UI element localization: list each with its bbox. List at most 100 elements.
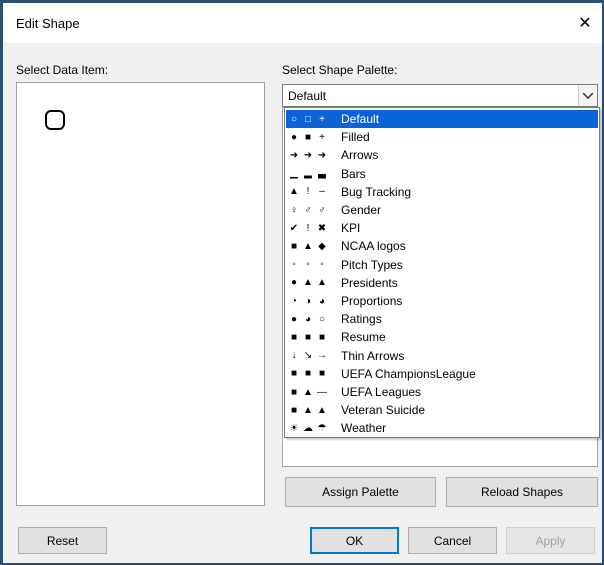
- palette-preview-icons: ↓ ↘ →: [286, 350, 341, 361]
- chevron-down-icon[interactable]: [578, 85, 597, 106]
- shape-icon: ➜: [289, 149, 299, 161]
- palette-option[interactable]: ○ □ + Default: [286, 110, 598, 128]
- shape-icon: ◦: [306, 259, 310, 271]
- palette-option-label: Filled: [341, 130, 370, 145]
- palette-option-label: Ratings: [341, 312, 382, 327]
- palette-option[interactable]: ■ ▲ ▲ Veteran Suicide: [286, 401, 598, 419]
- shape-icon: ●: [290, 131, 298, 143]
- shape-icon: ■: [290, 386, 298, 398]
- shape-icon: ◆: [318, 240, 326, 252]
- shape-icon: ↓: [291, 350, 297, 362]
- palette-preview-icons: ■ ▲ ▲: [286, 405, 341, 416]
- shape-icon: !: [306, 186, 310, 198]
- palette-preview-icons: ● ▲ ▲: [286, 277, 341, 288]
- shape-icon: +: [319, 113, 325, 125]
- shape-icon: ■: [304, 368, 312, 380]
- palette-preview-icons: ➜ ➜ ➜: [286, 150, 341, 161]
- shape-icon: ▲: [289, 186, 299, 198]
- shape-icon: ■: [290, 240, 298, 252]
- palette-option-label: Gender: [341, 203, 382, 217]
- palette-option[interactable]: ☀ ☁ ☂ Weather: [286, 419, 598, 437]
- palette-option[interactable]: ● ◕ ○ Ratings: [286, 310, 598, 328]
- palette-option[interactable]: ● ▲ ▲ Presidents: [286, 274, 598, 292]
- shape-icon: ▲: [303, 404, 313, 416]
- palette-preview-icons: ■ ▲ —: [286, 387, 341, 398]
- reload-shapes-button[interactable]: Reload Shapes: [446, 477, 598, 507]
- palette-preview-icons: ● ◕ ○: [286, 314, 341, 325]
- shape-icon: ■: [304, 131, 312, 143]
- palette-option[interactable]: ■ ■ ■ Resume: [286, 328, 598, 346]
- shape-icon: ■: [290, 368, 298, 380]
- shape-icon: ●: [290, 277, 298, 289]
- shape-icon: ■: [318, 368, 326, 380]
- shape-icon: ☁: [303, 422, 313, 434]
- palette-preview-icons: ▲! –: [286, 186, 341, 197]
- shape-icon: ♀: [290, 204, 298, 216]
- palette-preview-icons: ▁ ▂ ▃: [286, 168, 341, 179]
- palette-option[interactable]: ➜ ➜ ➜ Arrows: [286, 146, 598, 164]
- shape-icon: ●: [290, 313, 298, 325]
- shape-icon: ➜: [303, 149, 313, 161]
- palette-option[interactable]: ◦ ◦ ◦ Pitch Types: [286, 256, 598, 274]
- ok-button[interactable]: OK: [310, 527, 399, 554]
- palette-preview-icons: ● ■ +: [286, 132, 341, 143]
- shape-icon: ■: [290, 331, 298, 343]
- shape-icon: ▲: [303, 386, 313, 398]
- shape-icon: —: [317, 386, 327, 398]
- close-icon[interactable]: ✕: [574, 13, 596, 35]
- edit-shape-dialog: Edit Shape ✕ Select Data Item: Select Sh…: [3, 3, 602, 563]
- shape-icon: ■: [318, 331, 326, 343]
- palette-preview-icons: ◦ ◦ ◦: [286, 259, 341, 270]
- reset-button[interactable]: Reset: [18, 527, 107, 554]
- shape-icon: ▃: [318, 168, 326, 180]
- shape-icon: ▂: [304, 168, 312, 180]
- palette-option[interactable]: ● ■ + Filled: [286, 128, 598, 146]
- shape-icon: ◦: [320, 259, 324, 271]
- data-item-list[interactable]: [16, 82, 265, 506]
- palette-option[interactable]: ✔! ✖ KPI: [286, 219, 598, 237]
- palette-option-label: Pitch Types: [341, 257, 403, 272]
- apply-button: Apply: [506, 527, 595, 554]
- palette-select-value: Default: [288, 89, 327, 103]
- shape-icon: ◑: [304, 295, 312, 307]
- assign-palette-button[interactable]: Assign Palette: [285, 477, 436, 507]
- cancel-button[interactable]: Cancel: [408, 527, 497, 554]
- shape-icon: !: [306, 222, 310, 234]
- palette-option-label: Bars: [341, 166, 366, 181]
- shape-icon: –: [319, 186, 325, 198]
- title-bar: Edit Shape ✕: [3, 3, 602, 43]
- shape-icon: ☂: [317, 422, 327, 434]
- circle-shape-icon[interactable]: [45, 110, 65, 130]
- palette-option-label: Proportions: [341, 294, 403, 308]
- shape-icon: ○: [318, 313, 326, 325]
- shape-icon: →: [317, 350, 327, 362]
- palette-option[interactable]: ◔ ◑ ◕ Proportions: [286, 292, 598, 310]
- shape-icon: ▁: [290, 168, 298, 180]
- palette-option-label: UEFA Leagues: [341, 385, 422, 399]
- palette-label: Select Shape Palette:: [282, 63, 398, 77]
- palette-option[interactable]: ↓ ↘ → Thin Arrows: [286, 347, 598, 365]
- shape-icon: ↘: [303, 350, 313, 362]
- palette-option[interactable]: ■ ■ ■ UEFA ChampionsLeague: [286, 365, 598, 383]
- shape-icon: ◕: [304, 313, 312, 325]
- palette-option[interactable]: ■ ▲ ◆ NCAA logos: [286, 237, 598, 255]
- palette-preview-icons: ♀ ♂ ♂: [286, 205, 341, 216]
- palette-option[interactable]: ■ ▲ — UEFA Leagues: [286, 383, 598, 401]
- palette-option[interactable]: ▲! – Bug Tracking: [286, 183, 598, 201]
- shape-icon: □: [304, 113, 312, 125]
- window-title: Edit Shape: [16, 16, 80, 31]
- shape-icon: ♂: [304, 204, 312, 216]
- palette-preview-icons: ◔ ◑ ◕: [286, 296, 341, 307]
- palette-select[interactable]: Default: [282, 84, 598, 107]
- palette-option-label: Weather: [341, 421, 387, 436]
- palette-option-label: Resume: [341, 330, 386, 345]
- palette-preview-icons: ✔! ✖: [286, 223, 341, 234]
- palette-option[interactable]: ▁ ▂ ▃ Bars: [286, 165, 598, 183]
- palette-option-label: Default: [341, 112, 380, 126]
- shape-icon: ☀: [289, 422, 299, 434]
- palette-dropdown-list[interactable]: ○ □ + Default ● ■ + Filled ➜ ➜ ➜ Arrows ▁ ▂ ▃ Bars ▲! – Bu…: [284, 107, 600, 438]
- shape-icon: ➜: [317, 149, 327, 161]
- shape-icon: ✖: [317, 222, 327, 234]
- shape-icon: ◔: [290, 295, 298, 307]
- palette-option[interactable]: ♀ ♂ ♂ Gender: [286, 201, 598, 219]
